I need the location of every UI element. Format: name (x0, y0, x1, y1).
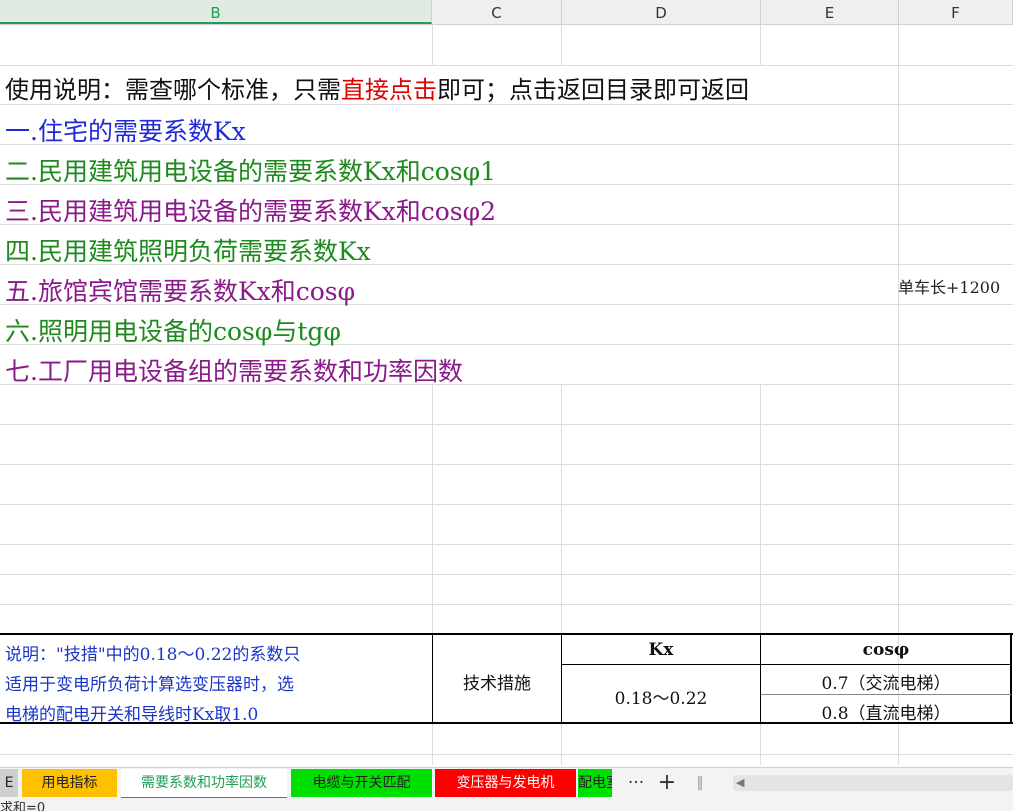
kx-value: 0.18～0.22 (614, 689, 708, 709)
toc-link-5[interactable]: 五.旅馆宾馆需要系数Kx和cosφ (5, 272, 355, 308)
status-bar: 求和=0 (0, 798, 1013, 811)
column-header-c[interactable]: C (432, 0, 562, 24)
scroll-left-icon[interactable]: ◀ (736, 775, 744, 791)
column-header-e[interactable]: E (761, 0, 899, 24)
column-header-f[interactable]: F (899, 0, 1013, 24)
column-header-d[interactable]: D (562, 0, 761, 24)
column-header-b[interactable]: B (0, 0, 432, 24)
horizontal-scrollbar[interactable]: ◀ (733, 775, 1013, 791)
sheet-tab-6[interactable]: 配电室 (578, 769, 612, 797)
toc-link-1[interactable]: 一.住宅的需要系数Kx (5, 112, 246, 148)
cos-ac-value: 0.7（交流电梯） (821, 674, 951, 694)
column-header-bar: B C D E F (0, 0, 1013, 25)
toc-link-7[interactable]: 七.工厂用电设备组的需要系数和功率因数 (5, 352, 463, 388)
table-desc-line-3: 电梯的配电开关和导线时Kx取1.0 (5, 705, 259, 725)
intro-after: 即可；点击返回目录即可返回 (437, 76, 749, 104)
kx-header: Kx (648, 640, 674, 660)
intro-before: 使用说明：需查哪个标准，只需 (5, 76, 341, 104)
add-sheet-icon[interactable]: + (653, 769, 681, 797)
sheet-tab-2[interactable]: 用电指标 (22, 769, 117, 797)
more-tabs-icon[interactable]: ··· (622, 769, 650, 797)
side-note-cell[interactable]: 单车长+1200 (898, 274, 1000, 298)
toc-link-6[interactable]: 六.照明用电设备的cosφ与tgφ (5, 312, 341, 348)
intro-highlight: 直接点击 (341, 76, 437, 104)
sheet-tab-4[interactable]: 电缆与开关匹配 (291, 769, 432, 797)
sheet-tab-3[interactable]: 需要系数和功率因数 (121, 769, 287, 799)
status-sum: 求和=0 (0, 801, 46, 811)
toc-link-4[interactable]: 四.民用建筑照明负荷需要系数Kx (5, 232, 371, 268)
measure-cell: 技术措施 (463, 674, 531, 694)
sheet-tab-5[interactable]: 变压器与发电机 (435, 769, 576, 797)
sheet-tab-bar: E 用电指标 需要系数和功率因数 电缆与开关匹配 变压器与发电机 配电室 ···… (0, 767, 1013, 799)
table-desc-line-2: 适用于变电所负荷计算选变压器时，选 (5, 675, 294, 695)
intro-text: 使用说明：需查哪个标准，只需直接点击即可；点击返回目录即可返回 (5, 70, 749, 105)
toc-link-3[interactable]: 三.民用建筑用电设备的需要系数Kx和cosφ2 (5, 192, 496, 228)
cos-dc-value: 0.8（直流电梯） (821, 704, 951, 724)
splitter-icon[interactable]: ‖ (692, 769, 708, 797)
cos-header: cosφ (862, 640, 910, 660)
table-desc-line-1: 说明："技措"中的0.18～0.22的系数只 (5, 645, 301, 665)
toc-link-2[interactable]: 二.民用建筑用电设备的需要系数Kx和cosφ1 (5, 152, 496, 188)
sheet-tab-1[interactable]: E (0, 769, 18, 797)
